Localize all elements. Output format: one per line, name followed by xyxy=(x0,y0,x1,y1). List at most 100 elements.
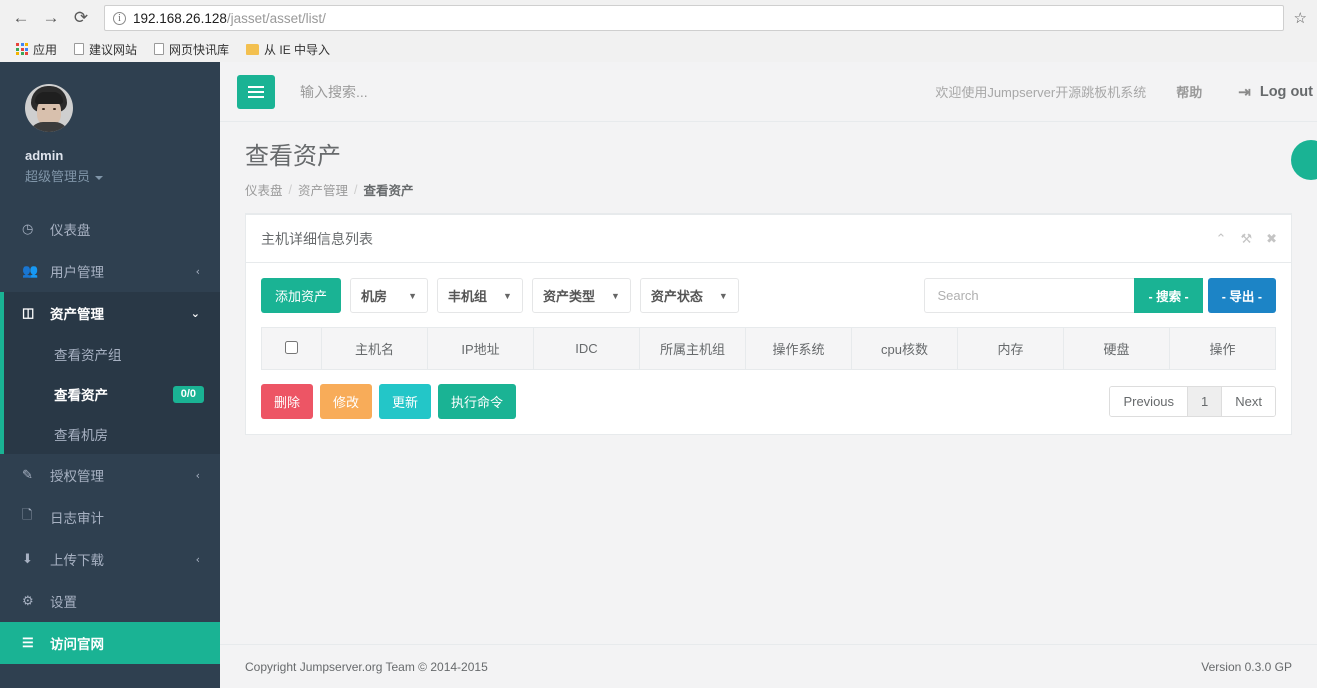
copy-icon: 🗋 xyxy=(22,507,33,522)
update-button[interactable]: 更新 xyxy=(379,384,432,419)
box-icon: ◫ xyxy=(22,305,35,320)
breadcrumb-item[interactable]: 仪表盘 xyxy=(245,180,283,199)
navbar-right: 欢迎使用Jumpserver开源跳板机系统 帮助 ⇥ Log out xyxy=(935,82,1317,101)
breadcrumb-item[interactable]: 资产管理 xyxy=(298,180,348,199)
breadcrumb-separator: / xyxy=(354,182,358,197)
breadcrumb-item: 查看资产 xyxy=(363,184,414,198)
filter-asset-status-dropdown[interactable]: 资产状态 ▼ xyxy=(639,278,739,313)
sidebar-item-permission-management[interactable]: ✎ 授权管理 ‹ xyxy=(0,454,220,496)
chevron-down-icon: ▼ xyxy=(718,290,728,301)
logout-button[interactable]: ⇥ Log out xyxy=(1238,83,1313,101)
bookmark-star-icon[interactable]: ☆ xyxy=(1290,9,1311,27)
sidebar-subitem-view-assets[interactable]: 查看资产 0/0 xyxy=(4,374,220,414)
column-header-cpu: cpu核数 xyxy=(851,327,958,370)
bookmarks-bar: 应用 建议网站 网页快讯库 从 IE 中导入 xyxy=(0,36,1317,62)
sidebar-subitem-view-idc[interactable]: 查看机房 xyxy=(4,414,220,454)
search-button[interactable]: - 搜索 - xyxy=(1134,278,1203,313)
panel-body: 添加资产 机房 ▼ 丰机组 ▼ 资产类型 ▼ 资产状态 ▼ Search - 搜… xyxy=(246,263,1291,434)
reload-icon[interactable]: ⟳ xyxy=(66,3,96,33)
address-bar[interactable]: i 192.168.26.128/jasset/asset/list/ xyxy=(104,5,1284,31)
apps-grid-icon xyxy=(16,43,28,55)
sidebar-subitem-asset-groups[interactable]: 查看资产组 xyxy=(4,334,220,374)
column-header-ip: IP地址 xyxy=(427,327,534,370)
chevron-down-icon: ▼ xyxy=(503,290,512,301)
pagination-previous[interactable]: Previous xyxy=(1110,387,1189,416)
close-icon[interactable]: ✖ xyxy=(1266,231,1277,247)
status-badge: 0/0 xyxy=(172,385,204,403)
column-header-idc: IDC xyxy=(533,327,640,370)
bookmark-label: 网页快讯库 xyxy=(169,42,230,57)
url-path: /jasset/asset/list/ xyxy=(226,10,326,26)
column-header-disk: 硬盘 xyxy=(1063,327,1170,370)
server-icon: ☰ xyxy=(22,635,34,650)
edit-icon: ✎ xyxy=(22,467,33,482)
content-area: 主机详细信息列表 ⌃ ⚒ ✖ 添加资产 机房 ▼ 丰机组 ▼ 资产类型 ▼ 资产… xyxy=(220,213,1317,644)
chevron-left-icon: ‹ xyxy=(195,552,200,566)
select-all-checkbox[interactable] xyxy=(285,340,298,354)
sidebar-item-dashboard[interactable]: ◷ 仪表盘 xyxy=(0,208,220,250)
bookmark-imported-from-ie[interactable]: 从 IE 中导入 xyxy=(239,39,337,60)
chevron-down-icon: ▼ xyxy=(610,290,620,301)
asset-table: 主机名 IP地址 IDC 所属主机组 操作系统 cpu核数 内存 硬盘 操作 xyxy=(261,327,1276,370)
pagination-next[interactable]: Next xyxy=(1222,387,1275,416)
column-header-actions: 操作 xyxy=(1169,327,1276,370)
url-host: 192.168.26.128 xyxy=(133,10,227,26)
add-asset-button[interactable]: 添加资产 xyxy=(261,278,342,313)
sidebar-item-label: 日志审计 xyxy=(50,511,104,526)
sidebar-subitem-label: 查看资产组 xyxy=(54,348,122,363)
bookmark-label: 应用 xyxy=(33,42,58,57)
delete-button[interactable]: 删除 xyxy=(261,384,314,419)
page-header: 查看资产 仪表盘 / 资产管理 / 查看资产 xyxy=(220,122,1317,213)
url-text: 192.168.26.128/jasset/asset/list/ xyxy=(133,11,326,26)
document-icon xyxy=(154,43,165,55)
profile-block[interactable]: admin 超级管理员 xyxy=(0,62,220,208)
hamburger-icon[interactable] xyxy=(237,74,275,109)
page-title: 查看资产 xyxy=(245,143,341,170)
wrench-icon[interactable]: ⚒ xyxy=(1240,231,1252,247)
document-icon xyxy=(74,43,85,55)
bookmark-suggested-sites[interactable]: 建议网站 xyxy=(67,39,144,60)
edit-button[interactable]: 修改 xyxy=(320,384,373,419)
column-header-memory: 内存 xyxy=(957,327,1064,370)
sidebar-item-label: 访问官网 xyxy=(50,637,104,652)
help-link[interactable]: 帮助 xyxy=(1176,82,1202,101)
search-input[interactable] xyxy=(924,278,1135,313)
page-footer: Copyright Jumpserver.org Team © 2014-201… xyxy=(220,644,1317,688)
breadcrumb: 仪表盘 / 资产管理 / 查看资产 xyxy=(245,180,1292,199)
sidebar-item-upload-download[interactable]: ⬇ 上传下载 ‹ xyxy=(0,538,220,580)
sidebar-item-label: 资产管理 xyxy=(50,307,104,322)
bookmark-label: 从 IE 中导入 xyxy=(264,42,331,57)
column-header-os: 操作系统 xyxy=(745,327,852,370)
caret-down-icon xyxy=(95,175,104,180)
column-header-host-group: 所属主机组 xyxy=(639,327,746,370)
sidebar-item-asset-management[interactable]: ◫ 资产管理 ⌄ xyxy=(0,292,220,334)
nav-search-input[interactable]: 输入搜索... xyxy=(300,82,935,102)
filter-label: 机房 xyxy=(361,289,388,304)
export-button[interactable]: - 导出 - xyxy=(1207,278,1276,313)
chevron-up-icon[interactable]: ⌃ xyxy=(1216,231,1227,247)
sidebar-item-log-audit[interactable]: 🗋 日志审计 xyxy=(0,496,220,538)
sidebar-item-settings[interactable]: ⚙ 设置 xyxy=(0,580,220,622)
filter-idc-dropdown[interactable]: 机房 ▼ xyxy=(350,278,429,313)
pagination-page-1[interactable]: 1 xyxy=(1188,387,1223,416)
sidebar-item-user-management[interactable]: 👥 用户管理 ‹ xyxy=(0,250,220,292)
sidebar-item-official-website[interactable]: ☰ 访问官网 xyxy=(0,622,220,664)
bulk-actions: 删除 修改 更新 执行命令 xyxy=(261,384,517,419)
forward-icon[interactable]: → xyxy=(36,3,66,33)
bookmark-apps[interactable]: 应用 xyxy=(9,39,64,60)
filter-asset-type-dropdown[interactable]: 资产类型 ▼ xyxy=(531,278,631,313)
profile-role[interactable]: 超级管理员 xyxy=(25,166,195,188)
chevron-left-icon: ‹ xyxy=(195,468,200,482)
users-icon: 👥 xyxy=(22,263,39,278)
panel-header: 主机详细信息列表 ⌃ ⚒ ✖ xyxy=(246,215,1291,263)
filter-host-group-dropdown[interactable]: 丰机组 ▼ xyxy=(437,278,523,313)
site-info-icon[interactable]: i xyxy=(113,11,126,25)
sidebar: admin 超级管理员 ◷ 仪表盘 👥 用户管理 ‹ ◫ 资产管理 ⌄ 查看资产… xyxy=(0,62,220,688)
bookmark-web-news[interactable]: 网页快讯库 xyxy=(147,39,236,60)
column-header-hostname: 主机名 xyxy=(321,327,428,370)
back-icon[interactable]: ← xyxy=(6,3,36,33)
execute-command-button[interactable]: 执行命令 xyxy=(438,384,517,419)
floating-action-circle[interactable] xyxy=(1291,140,1317,180)
sidebar-subitem-label: 查看资产 xyxy=(54,388,108,403)
chevron-down-icon: ▼ xyxy=(408,290,418,301)
